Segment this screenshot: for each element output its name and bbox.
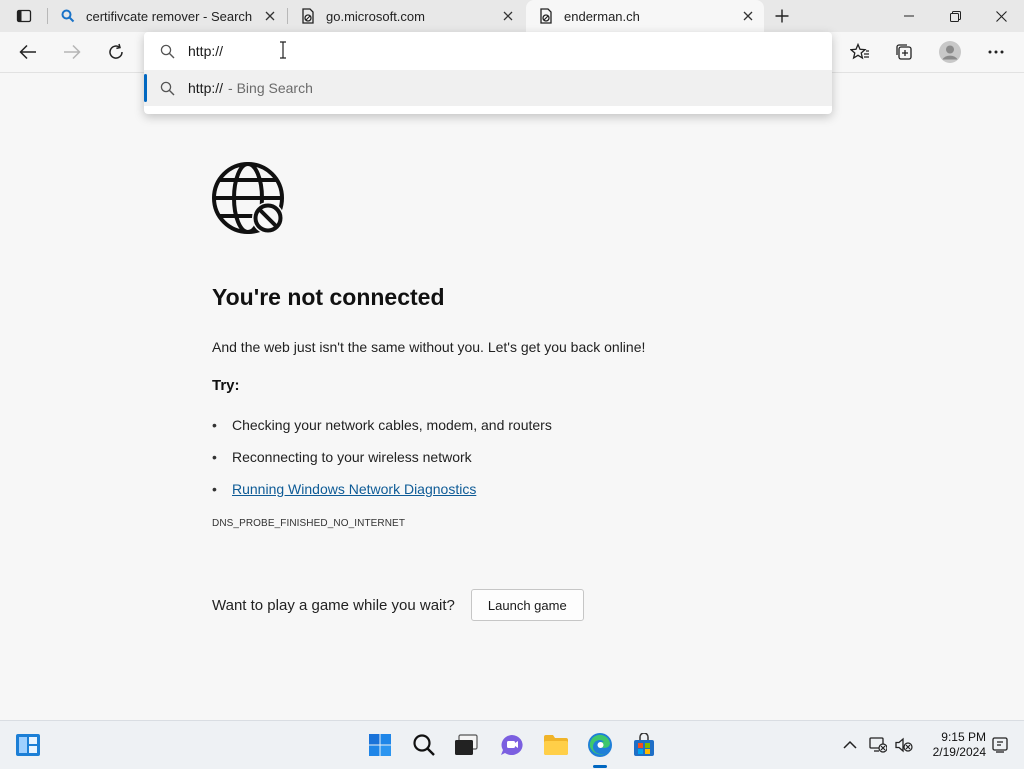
error-description: And the web just isn't the same without …: [212, 339, 646, 355]
back-arrow-icon: [19, 44, 36, 60]
globe-blocked-icon: [212, 162, 284, 234]
restore-button[interactable]: [932, 0, 978, 32]
volume-muted-icon: [895, 737, 913, 753]
profile-button[interactable]: [934, 36, 966, 68]
start-button[interactable]: [364, 729, 396, 761]
system-clock[interactable]: 9:15 PM 2/19/2024: [922, 730, 986, 760]
tab-go-microsoft[interactable]: go.microsoft.com: [288, 0, 524, 32]
notification-icon: [992, 737, 1008, 753]
close-tab-icon[interactable]: [738, 6, 758, 26]
network-disconnected-icon: [869, 737, 887, 753]
game-prompt-row: Want to play a game while you wait? Laun…: [212, 589, 584, 621]
minimize-button[interactable]: [886, 0, 932, 32]
list-item: • Reconnecting to your wireless network: [212, 441, 552, 473]
folder-icon: [544, 735, 568, 755]
list-item: • Running Windows Network Diagnostics: [212, 473, 552, 505]
address-input[interactable]: [188, 43, 688, 59]
notifications-button[interactable]: [984, 729, 1016, 761]
tab-title: go.microsoft.com: [326, 8, 425, 24]
suggestion-item[interactable]: http:// - Bing Search: [144, 70, 832, 106]
suggestion-text: Checking your network cables, modem, and…: [232, 417, 552, 433]
new-tab-button[interactable]: [768, 4, 796, 28]
broken-page-icon: [538, 8, 554, 24]
forward-arrow-icon: [64, 44, 81, 60]
search-icon: [60, 8, 76, 24]
broken-page-icon: [300, 8, 316, 24]
clock-date: 2/19/2024: [932, 745, 986, 759]
search-icon: [413, 734, 435, 756]
settings-and-more-button[interactable]: [980, 36, 1012, 68]
back-button[interactable]: [12, 36, 44, 68]
bullet-icon: •: [212, 417, 217, 433]
tab-actions-menu-button[interactable]: [8, 4, 40, 28]
forward-button[interactable]: [56, 36, 88, 68]
minimize-icon: [904, 15, 914, 17]
task-view-button[interactable]: [450, 729, 482, 761]
error-title: You're not connected: [212, 284, 445, 310]
launch-game-button[interactable]: Launch game: [470, 589, 584, 621]
tab-title: certifivcate remover - Search: [86, 8, 253, 24]
profile-avatar-icon: [939, 41, 961, 63]
tab-search[interactable]: certifivcate remover - Search: [48, 0, 286, 32]
suggestion-text: http://: [188, 80, 224, 96]
restore-icon: [949, 10, 961, 22]
favorites-star-icon: [850, 43, 869, 60]
bullet-icon: •: [212, 481, 217, 497]
collections-button[interactable]: [888, 36, 920, 68]
suggestion-list: • Checking your network cables, modem, a…: [212, 409, 552, 505]
edge-browser-icon: [588, 733, 612, 757]
taskbar: 9:15 PM 2/19/2024: [0, 720, 1024, 769]
tab-actions-icon: [16, 9, 32, 23]
address-bar[interactable]: [144, 32, 832, 70]
error-page: You're not connected And the web just is…: [0, 73, 1024, 719]
refresh-button[interactable]: [100, 36, 132, 68]
list-item: • Checking your network cables, modem, a…: [212, 409, 552, 441]
volume-button[interactable]: [888, 729, 920, 761]
game-prompt-text: Want to play a game while you wait?: [212, 596, 455, 614]
suggestion-text: Reconnecting to your wireless network: [232, 449, 472, 465]
favorites-button[interactable]: [844, 36, 876, 68]
task-view-icon: [455, 734, 478, 755]
search-icon: [158, 42, 176, 60]
refresh-icon: [109, 43, 123, 59]
search-icon: [158, 79, 176, 97]
more-dots-icon: [988, 50, 1004, 54]
network-diagnostics-link[interactable]: Running Windows Network Diagnostics: [232, 481, 476, 497]
chevron-up-icon: [843, 740, 857, 749]
teams-chat-icon: [501, 735, 523, 755]
tab-title: enderman.ch: [564, 8, 640, 24]
suggestion-source: - Bing Search: [228, 80, 313, 96]
clock-time: 9:15 PM: [941, 730, 986, 744]
widgets-button[interactable]: [12, 729, 44, 761]
title-bar: certifivcate remover - Search go.microso…: [0, 0, 1024, 32]
taskbar-search-button[interactable]: [408, 729, 440, 761]
chat-button[interactable]: [496, 729, 528, 761]
store-bag-icon: [634, 733, 654, 756]
close-tab-icon[interactable]: [498, 6, 518, 26]
text-cursor-icon: [280, 41, 286, 59]
selection-indicator: [144, 74, 147, 102]
widgets-icon: [16, 734, 40, 756]
close-icon: [995, 10, 1007, 22]
close-window-button[interactable]: [978, 0, 1024, 32]
close-tab-icon[interactable]: [260, 6, 280, 26]
error-code: DNS_PROBE_FINISHED_NO_INTERNET: [212, 518, 406, 529]
file-explorer-button[interactable]: [540, 729, 572, 761]
tab-enderman[interactable]: enderman.ch: [526, 0, 764, 32]
windows-logo-icon: [369, 734, 391, 756]
edge-taskbar-button[interactable]: [584, 729, 616, 761]
try-heading: Try:: [212, 377, 240, 394]
store-button[interactable]: [628, 729, 660, 761]
collections-icon: [896, 44, 912, 60]
bullet-icon: •: [212, 449, 217, 465]
plus-icon: [775, 9, 789, 23]
address-bar-dropdown: http:// - Bing Search: [144, 32, 832, 114]
